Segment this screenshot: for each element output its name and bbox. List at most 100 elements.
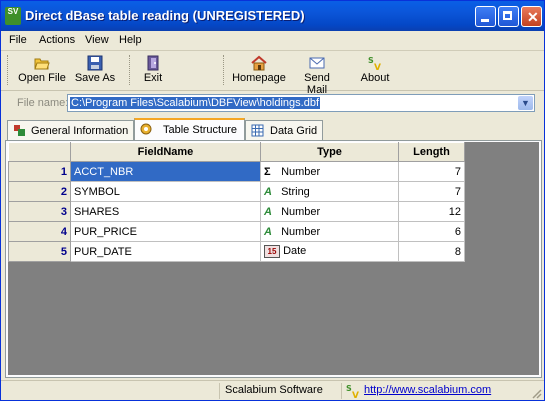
type-label: Number xyxy=(281,205,321,218)
column-header-length[interactable]: Length xyxy=(398,142,465,162)
about-label: About xyxy=(360,72,390,84)
file-name-label: File name: xyxy=(17,97,69,109)
cell-fieldname[interactable]: PUR_DATE xyxy=(70,241,261,262)
number-type-icon: Σ xyxy=(264,165,271,178)
cell-fieldname[interactable]: SYMBOL xyxy=(70,181,261,202)
type-label: Date xyxy=(283,245,307,257)
table-structure-panel: FieldName Type Length 1 ACCT_NBR Σ Numbe… xyxy=(5,140,542,378)
header-row: FieldName Type Length xyxy=(8,142,465,162)
file-name-bar: File name: C:\Program Files\Scalabium\DB… xyxy=(1,91,544,115)
row-number: 2 xyxy=(8,181,71,202)
string-type-icon: A xyxy=(264,225,272,238)
resize-grip-icon[interactable] xyxy=(530,387,542,399)
toolbar-separator xyxy=(129,55,131,85)
toolbar: Open File Save As Exit Homepage Send Mai… xyxy=(1,51,544,96)
cell-type[interactable]: A String xyxy=(260,181,399,202)
structure-grid[interactable]: FieldName Type Length 1 ACCT_NBR Σ Numbe… xyxy=(8,142,539,375)
menu-help[interactable]: Help xyxy=(119,34,142,46)
grid-icon xyxy=(251,124,264,137)
menu-file[interactable]: File xyxy=(9,34,27,46)
close-button[interactable]: ✕ xyxy=(521,6,542,27)
app-window: SV Direct dBase table reading (UNREGISTE… xyxy=(0,0,545,401)
cell-type[interactable]: A Number xyxy=(260,201,399,222)
tab-table-structure[interactable]: Table Structure xyxy=(134,118,245,140)
app-logo-icon: SV xyxy=(368,56,381,71)
tab-label: General Information xyxy=(31,125,129,137)
row-number: 1 xyxy=(8,161,71,182)
cell-length[interactable]: 12 xyxy=(398,201,465,222)
structure-icon xyxy=(140,123,152,135)
tab-label: Table Structure xyxy=(163,124,237,136)
floppy-disk-icon xyxy=(87,55,103,71)
svg-text:V: V xyxy=(352,391,359,399)
homepage-label: Homepage xyxy=(232,72,286,84)
table-row[interactable]: 1 ACCT_NBR Σ Number 7 xyxy=(8,161,465,182)
status-company: Scalabium Software xyxy=(225,384,323,396)
type-label: Number xyxy=(281,165,321,178)
status-divider xyxy=(341,383,342,399)
website-link[interactable]: http://www.scalabium.com xyxy=(364,384,491,396)
chevron-down-icon[interactable]: ▼ xyxy=(518,96,533,110)
maximize-button[interactable] xyxy=(498,6,519,27)
structure-table: FieldName Type Length 1 ACCT_NBR Σ Numbe… xyxy=(8,142,465,262)
svg-text:V: V xyxy=(374,63,381,71)
table-row[interactable]: 2 SYMBOL A String 7 xyxy=(8,181,465,202)
tab-data-grid[interactable]: Data Grid xyxy=(245,120,323,140)
status-bar: Scalabium Software SV http://www.scalabi… xyxy=(1,380,544,401)
exit-button[interactable]: Exit xyxy=(137,53,169,87)
info-icon xyxy=(14,125,25,136)
file-name-value[interactable]: C:\Program Files\Scalabium\DBFView\holdi… xyxy=(70,97,321,109)
cell-fieldname[interactable]: PUR_PRICE xyxy=(70,221,261,242)
menu-actions[interactable]: Actions xyxy=(39,34,75,46)
about-button[interactable]: SV About xyxy=(357,53,393,87)
tab-general-information[interactable]: General Information xyxy=(7,120,134,140)
toolbar-separator xyxy=(223,55,225,85)
column-header-fieldname[interactable]: FieldName xyxy=(70,142,261,162)
tab-label: Data Grid xyxy=(270,125,318,137)
status-divider xyxy=(219,383,220,399)
row-number: 3 xyxy=(8,201,71,222)
mail-icon xyxy=(309,57,325,69)
send-mail-button[interactable]: Send Mail xyxy=(293,53,341,96)
cell-length[interactable]: 7 xyxy=(398,161,465,182)
table-row[interactable]: 5 PUR_DATE 15 Date 8 xyxy=(8,241,465,262)
menu-bar: File Actions View Help xyxy=(1,31,544,51)
exit-label: Exit xyxy=(143,72,163,84)
menu-view[interactable]: View xyxy=(85,34,109,46)
cell-type[interactable]: 15 Date xyxy=(260,241,399,262)
string-type-icon: A xyxy=(264,205,272,218)
table-row[interactable]: 3 SHARES A Number 12 xyxy=(8,201,465,222)
save-as-button[interactable]: Save As xyxy=(71,53,119,87)
open-file-label: Open File xyxy=(18,72,66,84)
window-title: Direct dBase table reading (UNREGISTERED… xyxy=(25,8,305,23)
open-file-button[interactable]: Open File xyxy=(17,53,67,87)
calendar-icon: 15 xyxy=(264,245,280,258)
minimize-button[interactable] xyxy=(475,6,496,27)
table-row[interactable]: 4 PUR_PRICE A Number 6 xyxy=(8,221,465,242)
column-header-type[interactable]: Type xyxy=(260,142,399,162)
app-logo-icon: SV xyxy=(5,7,21,25)
string-type-icon: A xyxy=(264,185,272,198)
cell-type[interactable]: Σ Number xyxy=(260,161,399,182)
type-label: String xyxy=(281,185,310,198)
corner-cell xyxy=(8,142,71,162)
title-bar[interactable]: SV Direct dBase table reading (UNREGISTE… xyxy=(1,1,544,31)
row-number: 5 xyxy=(8,241,71,262)
file-name-combobox[interactable]: C:\Program Files\Scalabium\DBFView\holdi… xyxy=(67,94,535,112)
app-logo-icon: SV xyxy=(346,384,359,399)
close-icon: ✕ xyxy=(527,9,539,25)
homepage-button[interactable]: Homepage xyxy=(231,53,287,87)
tab-strip: General Information Table Structure Data… xyxy=(1,118,544,140)
folder-open-icon xyxy=(34,58,50,70)
cell-length[interactable]: 7 xyxy=(398,181,465,202)
cell-length[interactable]: 8 xyxy=(398,241,465,262)
home-icon xyxy=(251,55,267,71)
cell-fieldname[interactable]: SHARES xyxy=(70,201,261,222)
toolbar-grip xyxy=(7,55,9,85)
save-as-label: Save As xyxy=(74,72,116,84)
cell-length[interactable]: 6 xyxy=(398,221,465,242)
cell-type[interactable]: A Number xyxy=(260,221,399,242)
cell-fieldname[interactable]: ACCT_NBR xyxy=(70,161,261,182)
row-number: 4 xyxy=(8,221,71,242)
exit-door-icon xyxy=(147,55,159,71)
